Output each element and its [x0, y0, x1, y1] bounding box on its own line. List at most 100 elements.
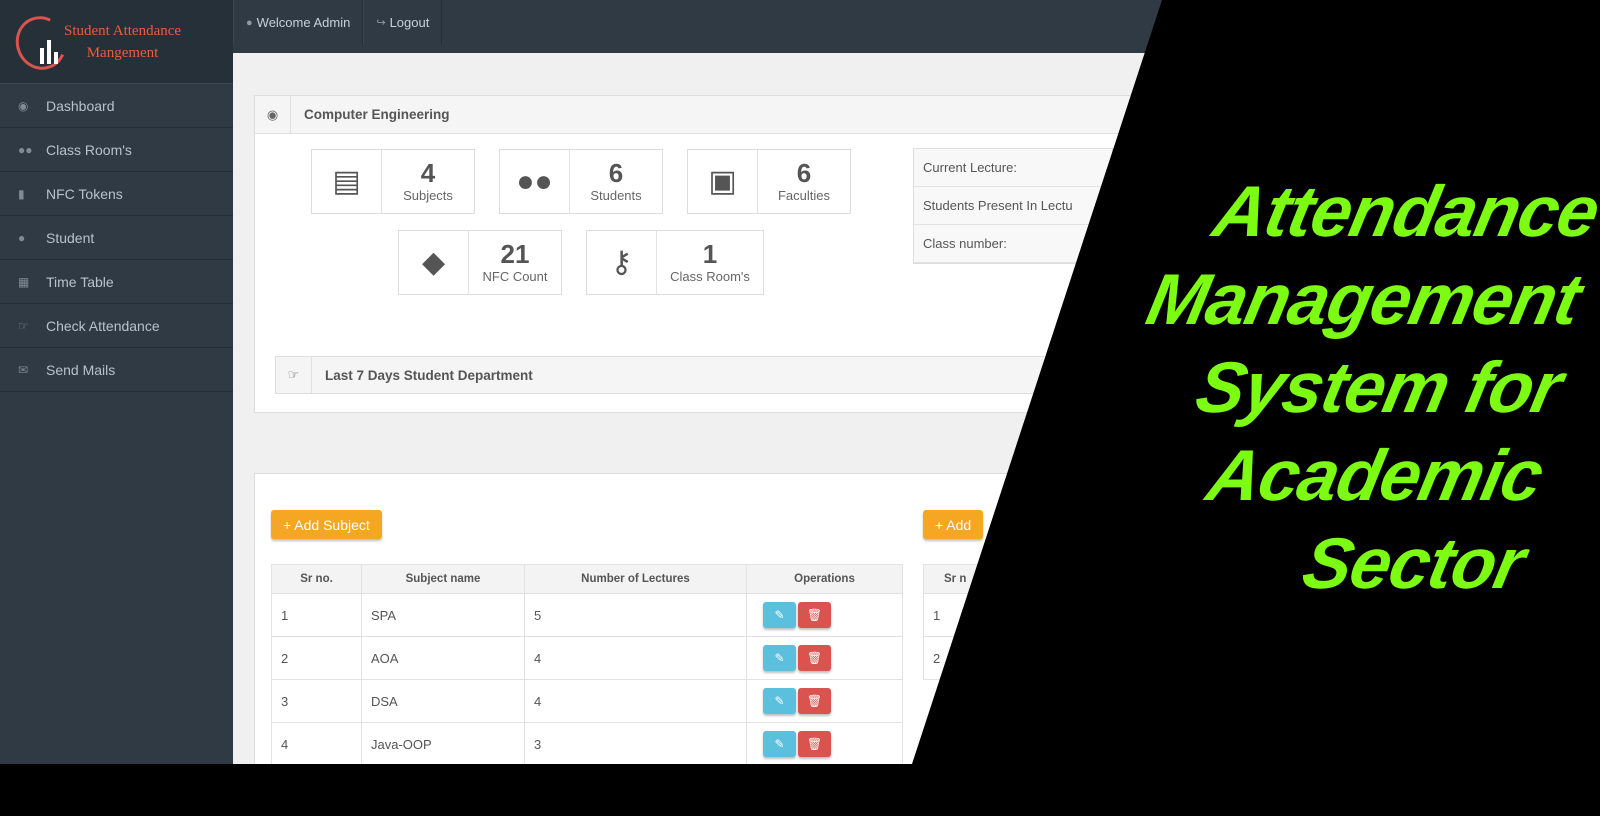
welcome-link[interactable]: ● Welcome Admin [233, 0, 364, 45]
trash-icon[interactable]: 🗑 [798, 731, 831, 757]
stat-classrooms[interactable]: ⚷ 1 Class Room's [586, 230, 764, 295]
cell-sr: 2 [923, 636, 1223, 680]
logo-text: Student Attendance Mangement [64, 20, 181, 64]
sidebar-item-time-table[interactable]: ▦ Time Table [0, 260, 233, 304]
column-header-operations: Operations [746, 564, 903, 594]
key-icon: ⚷ [587, 231, 657, 294]
table-row: 4 Java-OOP 3 ✎ 🗑 [271, 722, 903, 764]
users-icon: ●● [18, 142, 33, 157]
logo-chart-icon [8, 8, 74, 77]
stat-label: Faculties [777, 188, 831, 203]
sidebar-item-check-attendance[interactable]: ☞ Check Attendance [0, 304, 233, 348]
envelope-icon: ✉ [18, 362, 29, 377]
headline-line: Sector [1295, 524, 1532, 604]
sidebar: Student Attendance Mangement ◉ Dashboard … [0, 0, 233, 764]
cell-lectures: 3 [524, 722, 747, 764]
briefcase-icon: ▣ [688, 150, 758, 213]
sidebar-item-label: Student [46, 229, 95, 246]
overlay-headline: Attendance Management System for Academi… [1043, 168, 1600, 608]
logout-link[interactable]: ↪ Logout [363, 0, 443, 45]
calendar-icon: ▦ [18, 274, 30, 289]
sidebar-item-classrooms[interactable]: ●● Class Room's [0, 128, 233, 172]
department-title: Computer Engineering [304, 107, 450, 122]
sidebar-item-label: Send Mails [46, 361, 116, 378]
stat-label: Class Room's [670, 269, 750, 284]
sidebar-item-label: Check Attendance [46, 317, 160, 334]
hand-point-icon: ☞ [18, 318, 29, 333]
lecture-info-table: Current Lecture: Students Present In Lec… [913, 148, 1113, 264]
tags-icon: ◆ [399, 231, 469, 294]
stat-value: 21 [500, 239, 530, 269]
stat-value: 6 [608, 158, 624, 188]
cell-subject-name: Java-OOP [361, 722, 525, 764]
headline-line: Academic [1200, 436, 1550, 516]
column-header-sr-no: Sr no. [271, 564, 362, 594]
sidebar-item-label: Class Room's [46, 141, 132, 158]
sidebar-item-nfc-tokens[interactable]: ▮ NFC Tokens [0, 172, 233, 216]
edit-icon[interactable]: ✎ [763, 645, 796, 671]
cell-subject-name: AOA [361, 636, 525, 680]
edit-icon[interactable]: ✎ [763, 731, 796, 757]
stat-label: Subjects [403, 188, 453, 203]
table-row: 2 AOA 4 ✎ 🗑 [271, 636, 903, 680]
cell-subject-name: SPA [361, 593, 525, 637]
cell-operations: ✎ 🗑 [746, 636, 903, 680]
sidebar-item-label: Time Table [46, 273, 114, 290]
stat-students[interactable]: ●● 6 Students [499, 149, 663, 214]
edit-icon[interactable]: ✎ [763, 688, 796, 714]
logo-line-1: Student Attendance [64, 22, 182, 39]
sidebar-item-send-mails[interactable]: ✉ Send Mails [0, 348, 233, 392]
user-icon: ● [18, 230, 26, 245]
cell-sr: 3 [271, 679, 362, 723]
cell-operations: ✎ 🗑 [746, 679, 903, 723]
dashboard-icon: ◉ [255, 95, 291, 134]
book-icon: ▤ [312, 150, 382, 213]
add-subject-button[interactable]: + Add Subject [271, 510, 382, 539]
table-row: 2 [923, 636, 1223, 680]
trash-icon[interactable]: 🗑 [798, 602, 831, 628]
user-icon: ● [246, 16, 253, 29]
headline-line: Management [1140, 260, 1588, 340]
current-lecture-label: Current Lecture: [914, 149, 1112, 187]
app-logo[interactable]: Student Attendance Mangement [0, 0, 233, 84]
video-frame: Student Attendance Mangement ◉ Dashboard … [0, 0, 1600, 816]
headline-line: System for [1189, 348, 1569, 428]
trash-icon[interactable]: 🗑 [798, 645, 831, 671]
subjects-table: Sr no. Subject name Number of Lectures O… [271, 564, 903, 764]
logo-line-2: Mangement [86, 44, 159, 61]
stat-value: 1 [702, 239, 718, 269]
stat-label: NFC Count [482, 269, 548, 284]
column-header-number-of-lectures: Number of Lectures [524, 564, 747, 594]
sidebar-item-dashboard[interactable]: ◉ Dashboard [0, 84, 233, 128]
headline-line: Attendance [1206, 172, 1600, 252]
users-icon: ●● [500, 150, 570, 213]
sidebar-item-label: NFC Tokens [46, 185, 123, 202]
logout-text: Logout [389, 15, 430, 30]
stat-subjects[interactable]: ▤ 4 Subjects [311, 149, 475, 214]
stat-value: 4 [420, 158, 436, 188]
stat-faculties[interactable]: ▣ 6 Faculties [687, 149, 851, 214]
hand-point-icon: ☞ [276, 357, 312, 393]
students-present-label: Students Present In Lectu [914, 187, 1112, 225]
stat-label: Students [590, 188, 642, 203]
trash-icon[interactable]: 🗑 [798, 688, 831, 714]
edit-icon[interactable]: ✎ [763, 602, 796, 628]
cell-lectures: 4 [524, 636, 747, 680]
sidebar-item-student[interactable]: ● Student [0, 216, 233, 260]
cell-operations: ✎ 🗑 [746, 593, 903, 637]
welcome-text: Welcome Admin [256, 15, 351, 30]
cell-sr: 4 [271, 722, 362, 764]
department-header: ◉ Computer Engineering [255, 95, 1353, 134]
table-row: 1 SPA 5 ✎ 🗑 [271, 593, 903, 637]
dashboard-icon: ◉ [18, 98, 29, 113]
bookmark-icon: ▮ [18, 186, 25, 201]
cell-operations: ✎ 🗑 [746, 722, 903, 764]
add-button-2[interactable]: + Add [923, 510, 984, 539]
share-icon: ↪ [376, 17, 386, 29]
last-7-days-title: Last 7 Days Student Department [325, 367, 533, 383]
column-header-subject-name: Subject name [361, 564, 525, 594]
stat-nfc-count[interactable]: ◆ 21 NFC Count [398, 230, 562, 295]
class-number-label: Class number: [914, 225, 1112, 263]
top-navbar: ● Welcome Admin ↪ Logout [233, 0, 1600, 53]
cell-sr: 2 [271, 636, 362, 680]
